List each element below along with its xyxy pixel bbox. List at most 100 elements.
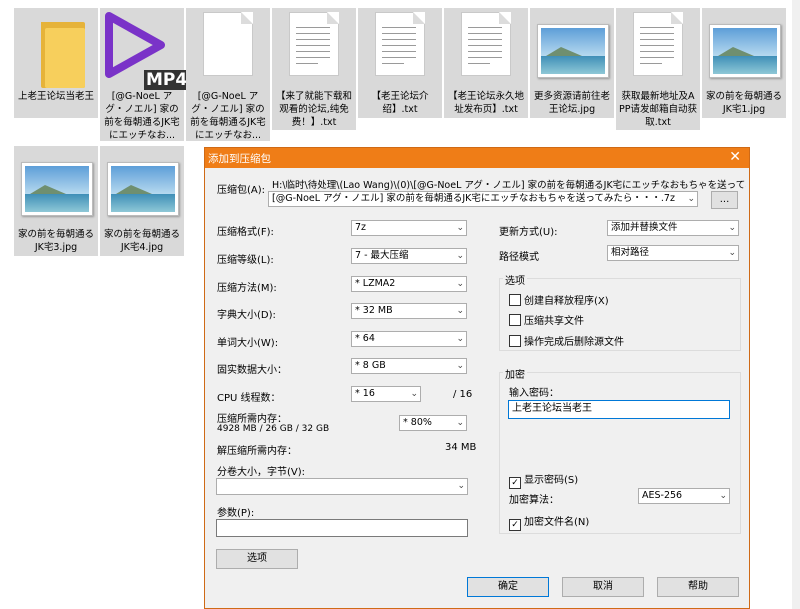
memory-usage-select[interactable]: * 80% ⌄ [399,415,467,431]
dictionary-value: * 32 MB [355,305,393,316]
path-mode-select[interactable]: 相对路径 ⌄ [607,245,739,261]
memory-detail: 4928 MB / 26 GB / 32 GB [217,424,330,434]
file-name: 家の前を毎朝通るJK宅4.jpg [103,229,180,253]
image-icon [107,162,179,216]
image-file-item[interactable]: 家の前を毎朝通るJK宅4.jpg [100,146,184,256]
text-file-icon [375,12,425,76]
decompress-memory-label: 解压缩所需内存： [217,446,297,457]
archive-label: 压缩包(A): [217,185,266,196]
sfx-checkbox[interactable]: 创建自释放程序(X) [509,292,609,307]
archive-name-combo[interactable]: [@G-NoeL アグ・ノエル] 家の前を毎朝通るJK宅にエッチなおもちゃを送っ… [268,191,698,207]
thumbnail [530,8,614,88]
archive-name: [@G-NoeL アグ・ノエル] 家の前を毎朝通るJK宅にエッチなおもちゃを送っ… [272,193,675,204]
dialog-titlebar[interactable]: 添加到压缩包 ✕ [205,148,749,168]
thumbnail [100,146,184,226]
encryption-method-label: 加密算法： [509,495,559,506]
file-name: 家の前を毎朝通るJK宅1.jpg [705,91,782,115]
txt-file-item[interactable]: 【老王论坛介绍】.txt [358,8,442,118]
file-name: 【老王论坛永久地址发布页】.txt [447,91,524,115]
cpu-threads-value: * 16 [355,388,375,399]
encryption-group-title: 加密 [503,366,527,381]
encryption-method-select[interactable]: AES-256 ⌄ [638,488,730,504]
update-mode-value: 添加并替换文件 [611,222,678,233]
cancel-button[interactable]: 取消 [562,577,644,597]
ok-button[interactable]: 确定 [467,577,549,597]
vertical-scrollbar[interactable] [792,0,800,609]
chevron-down-icon: ⌄ [457,481,465,491]
word-size-label: 单词大小(W): [217,338,279,349]
show-password-checkbox[interactable]: ✓ 显示密码(S) [509,471,578,489]
method-label: 压缩方法(M): [217,283,277,294]
thumbnail [358,8,442,88]
level-select[interactable]: 7 - 最大压缩 ⌄ [351,248,467,264]
update-mode-select[interactable]: 添加并替换文件 ⌄ [607,220,739,236]
checkbox-box [509,335,521,347]
options-button[interactable]: 选项 [216,549,298,569]
browse-button[interactable]: ... [711,191,738,209]
image-icon [21,162,93,216]
chevron-down-icon: ⌄ [456,251,464,261]
solid-size-select[interactable]: * 8 GB ⌄ [351,358,467,374]
chevron-down-icon: ⌄ [728,248,736,258]
split-size-combo[interactable]: ⌄ [216,478,468,495]
thumbnail [14,8,98,88]
text-file-icon [461,12,511,76]
chevron-down-icon: ⌄ [456,418,464,428]
method-select[interactable]: * LZMA2 ⌄ [351,276,467,292]
format-label: 压缩格式(F): [217,227,274,238]
parameters-input[interactable] [216,519,468,537]
checkbox-box [509,294,521,306]
chevron-down-icon: ⌄ [456,279,464,289]
shared-files-checkbox[interactable]: 压缩共享文件 [509,312,584,327]
file-name: [@G-NoeL アグ・ノエル] 家の前を毎朝通るJK宅にエッチなお... [190,91,266,141]
chevron-down-icon: ⌄ [410,389,418,399]
method-value: * LZMA2 [355,278,396,289]
text-file-icon [633,12,683,76]
file-name: 获取最新地址及APP请发邮箱自动获取.txt [619,91,697,128]
txt-file-item[interactable]: 获取最新地址及APP请发邮箱自动获取.txt [616,8,700,130]
chevron-down-icon: ⌄ [728,223,736,233]
text-file-icon [289,12,339,76]
archive-dir: H:\临时\待处理\(Lao Wang)\(0)\[@G-NoeL アグ・ノエル… [272,180,746,191]
file-name: 【老王论坛介绍】.txt [371,91,429,115]
encrypt-names-checkbox[interactable]: ✓ 加密文件名(N) [509,513,589,531]
video-file-item[interactable]: MP4 [@G-NoeL アグ・ノエル] 家の前を毎朝通るJK宅にエッチなお..… [100,8,190,141]
thumbnail [186,8,270,88]
txt-file-item[interactable]: 【来了就能下载和观看的论坛,纯免费！】.txt [272,8,356,130]
word-size-select[interactable]: * 64 ⌄ [351,331,467,347]
shared-files-label: 压缩共享文件 [524,316,584,327]
thumbnail [444,8,528,88]
cpu-threads-select[interactable]: * 16 ⌄ [351,386,421,402]
folder-icon [41,22,89,88]
encryption-method-value: AES-256 [642,490,683,501]
help-button[interactable]: 帮助 [657,577,739,597]
delete-after-label: 操作完成后删除源文件 [524,337,624,348]
encrypt-names-label: 加密文件名(N) [524,517,590,528]
chevron-down-icon: ⌄ [456,306,464,316]
image-file-item[interactable]: 家の前を毎朝通るJK宅1.jpg [702,8,786,118]
add-to-archive-dialog: 添加到压缩包 ✕ 压缩包(A): H:\临时\待处理\(Lao Wang)\(0… [204,147,750,609]
check-icon: ✓ [509,477,521,489]
password-label: 输入密码： [509,388,559,399]
file-item[interactable]: [@G-NoeL アグ・ノエル] 家の前を毎朝通るJK宅にエッチなお... [186,8,270,141]
delete-after-checkbox[interactable]: 操作完成后删除源文件 [509,333,624,348]
image-file-item[interactable]: 更多资源请前往老王论坛.jpg [530,8,614,118]
format-select[interactable]: 7z ⌄ [351,220,467,236]
dialog-title: 添加到压缩包 [208,153,271,165]
file-name: [@G-NoeL アグ・ノエル] 家の前を毎朝通るJK宅にエッチなお... [104,91,180,141]
path-mode-value: 相对路径 [611,247,650,258]
thumbnail [616,8,700,88]
close-icon[interactable]: ✕ [729,149,741,165]
image-icon [709,24,781,78]
password-input[interactable]: 上老王论坛当老王 [508,400,730,419]
mp4-tag: MP4 [144,70,190,90]
image-icon [537,24,609,78]
image-file-item[interactable]: 家の前を毎朝通るJK宅3.jpg [14,146,98,256]
txt-file-item[interactable]: 【老王论坛永久地址发布页】.txt [444,8,528,118]
word-size-value: * 64 [355,333,375,344]
dictionary-select[interactable]: * 32 MB ⌄ [351,303,467,319]
mp4-icon: MP4 [100,8,190,90]
sfx-label: 创建自释放程序(X) [524,296,609,307]
folder-item[interactable]: 上老王论坛当老王 [14,8,98,118]
options-group-title: 选项 [503,272,527,287]
